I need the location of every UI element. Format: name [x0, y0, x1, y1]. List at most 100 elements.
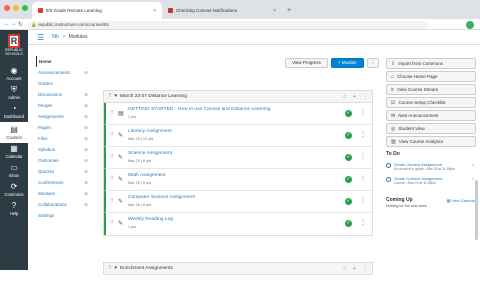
close-window-button[interactable]: [4, 5, 10, 11]
add-module-button[interactable]: + Module: [330, 58, 364, 68]
close-tab-icon[interactable]: ×: [273, 8, 276, 14]
drag-handle-icon[interactable]: ⠿: [110, 110, 114, 116]
choose-home-page-button[interactable]: ⌂ Choose Home Page: [386, 71, 476, 82]
drag-handle-icon[interactable]: ⠿: [110, 220, 114, 226]
minimize-window-button[interactable]: [13, 5, 19, 11]
item-title-link[interactable]: Science Assignment: [128, 151, 172, 156]
drag-handle-icon[interactable]: ⠿: [110, 154, 114, 160]
view-calendar-link[interactable]: ▦ View Calendar: [447, 198, 476, 203]
item-kebab-icon[interactable]: ⋮: [360, 175, 366, 182]
view-progress-button[interactable]: View Progress: [285, 58, 328, 68]
course-nav-conferences[interactable]: Conferences ⊘: [36, 177, 88, 188]
published-check-icon[interactable]: ✓: [345, 220, 352, 227]
course-nav-syllabus[interactable]: Syllabus ⊘: [36, 144, 88, 155]
add-item-icon[interactable]: +: [353, 94, 356, 100]
new-tab-button[interactable]: +: [284, 2, 296, 19]
forward-arrow-icon[interactable]: →: [11, 21, 17, 27]
page-scrollbar[interactable]: [475, 180, 478, 240]
publish-status-icon[interactable]: ○: [343, 94, 346, 100]
todo-item[interactable]: Grade Literacy Assignment No student to …: [386, 162, 476, 171]
browser-tab[interactable]: Checking Canvas Notifications ×: [162, 2, 282, 19]
assignment-icon: ✎: [118, 221, 124, 227]
global-nav-help[interactable]: ? Help: [0, 201, 28, 216]
item-title-link[interactable]: Computer Science Assignment: [128, 195, 195, 200]
reload-icon[interactable]: ↻: [18, 21, 23, 28]
course-nav-quizzes[interactable]: Quizzes ⊘: [36, 166, 88, 177]
module-item[interactable]: ⠿ ✎ Computer Science Assignment Mar 26 |…: [104, 191, 372, 213]
course-nav-grades[interactable]: Grades: [36, 78, 88, 89]
view-course-stream-button[interactable]: ≡ View Course Stream: [386, 84, 476, 95]
course-nav-files[interactable]: Files ⊘: [36, 133, 88, 144]
item-title-link[interactable]: Math Assignment: [128, 173, 166, 178]
course-nav-announcements[interactable]: Announcements ⊘: [36, 67, 88, 78]
item-title-link[interactable]: Literacy Assignment: [128, 129, 172, 134]
drag-handle-icon[interactable]: ⠿: [110, 198, 114, 204]
address-bar[interactable]: 🔒 republic.instructure.com/courses/61: [28, 20, 428, 29]
student-view-button[interactable]: ◎ Student View: [386, 123, 476, 134]
course-nav-home[interactable]: Home: [36, 56, 88, 67]
course-nav-discussions[interactable]: Discussions ⊘: [36, 89, 88, 100]
course-nav-settings[interactable]: Settings: [36, 210, 88, 221]
close-tab-icon[interactable]: ×: [153, 8, 156, 14]
drag-handle-icon[interactable]: ⠿: [108, 94, 112, 99]
course-nav-people[interactable]: People ⊘: [36, 100, 88, 111]
module-item[interactable]: ⠿ ✎ Science Assignment Mar 24 | 8 pts ✓ …: [104, 147, 372, 169]
course-nav-pages[interactable]: Pages ⊘: [36, 122, 88, 133]
new-announcement-button[interactable]: ✉ New Announcement: [386, 110, 476, 121]
module-kebab-icon[interactable]: ⋮: [363, 94, 368, 100]
course-nav-assignments[interactable]: Assignments ⊘: [36, 111, 88, 122]
global-nav-dashboard[interactable]: ◔ Dashboard: [0, 104, 28, 119]
global-nav-account[interactable]: ◉ Account: [0, 66, 28, 81]
module-kebab-icon[interactable]: ⋮: [363, 266, 368, 272]
view-course-analytics-button[interactable]: ▥ View Course Analytics: [386, 136, 476, 147]
global-nav-admin[interactable]: ⛨ Admin: [0, 85, 28, 100]
browser-tab-active[interactable]: 8/3 Grade Remote Learning ×: [32, 2, 162, 19]
course-nav-collaborations[interactable]: Collaborations ⊘: [36, 199, 88, 210]
global-nav-courses[interactable]: ▤ Courses: [0, 122, 28, 143]
dismiss-icon[interactable]: ×: [472, 162, 474, 167]
add-item-icon[interactable]: +: [353, 266, 356, 272]
breadcrumb-course-link[interactable]: 5th: [52, 34, 59, 40]
hamburger-menu-icon[interactable]: ☰: [37, 33, 44, 42]
item-kebab-icon[interactable]: ⋮: [360, 109, 366, 116]
item-kebab-icon[interactable]: ⋮: [360, 219, 366, 226]
collapse-caret-icon[interactable]: ▾: [115, 94, 117, 99]
drag-handle-icon[interactable]: ⠿: [110, 176, 114, 182]
profile-avatar[interactable]: [466, 20, 474, 29]
published-check-icon[interactable]: ✓: [345, 176, 352, 183]
global-nav-commons[interactable]: ⟳ Commons: [0, 182, 28, 197]
global-nav-calendar[interactable]: ▦ Calendar: [0, 144, 28, 159]
course-nav-outcomes[interactable]: Outcomes ⊘: [36, 155, 88, 166]
collapse-caret-icon[interactable]: ▾: [115, 266, 117, 271]
module-header[interactable]: ⠿ ▾ March 23-27 Distance Learning ○ + ⋮: [104, 91, 372, 103]
module-item[interactable]: ⠿ ✎ Weekly Reading Log 1 pts ✓ ⋮: [104, 213, 372, 235]
module-item[interactable]: ⠿ ✎ Literacy Assignment Mar 23 | 10 pts …: [104, 125, 372, 147]
course-setup-checklist-button[interactable]: ☑ Course Setup Checklist: [386, 97, 476, 108]
import-from-commons-button[interactable]: ⇩ Import from Commons: [386, 58, 476, 69]
module-header[interactable]: ⠿ ▾ Enrichment Assignments ○ + ⋮: [104, 263, 372, 275]
published-check-icon[interactable]: ✓: [345, 110, 352, 117]
todo-item[interactable]: Grade Science Assignment Course • Mar 24…: [386, 176, 476, 185]
drag-handle-icon[interactable]: ⠿: [108, 266, 112, 271]
collapse-nav-icon[interactable]: ⇤: [10, 288, 16, 296]
item-kebab-icon[interactable]: ⋮: [360, 197, 366, 204]
item-title-link[interactable]: GETTING STARTED - How to use Canvas and …: [128, 107, 271, 112]
published-check-icon[interactable]: ✓: [345, 132, 352, 139]
dismiss-icon[interactable]: ×: [472, 176, 474, 181]
item-kebab-icon[interactable]: ⋮: [360, 131, 366, 138]
item-title-link[interactable]: Weekly Reading Log: [128, 217, 173, 222]
course-nav-modules[interactable]: Modules ⊘: [36, 188, 88, 199]
maximize-window-button[interactable]: [22, 5, 28, 11]
back-arrow-icon[interactable]: ←: [4, 21, 10, 27]
published-check-icon[interactable]: ✓: [345, 154, 352, 161]
more-options-button[interactable]: ⋮: [366, 58, 380, 68]
tab-title: 8/3 Grade Remote Learning: [46, 8, 102, 13]
item-kebab-icon[interactable]: ⋮: [360, 153, 366, 160]
published-check-icon[interactable]: ✓: [345, 198, 352, 205]
global-nav-inbox[interactable]: ▭ Inbox: [0, 163, 28, 178]
module-item[interactable]: ⠿ ▤ GETTING STARTED - How to use Canvas …: [104, 103, 372, 125]
publish-status-icon[interactable]: ○: [343, 266, 346, 272]
drag-handle-icon[interactable]: ⠿: [110, 132, 114, 138]
republic-schools-logo[interactable]: R REPUBLIC SCHOOLS: [3, 34, 25, 60]
module-item[interactable]: ⠿ ✎ Math Assignment Mar 25 | 8 pts ✓ ⋮: [104, 169, 372, 191]
